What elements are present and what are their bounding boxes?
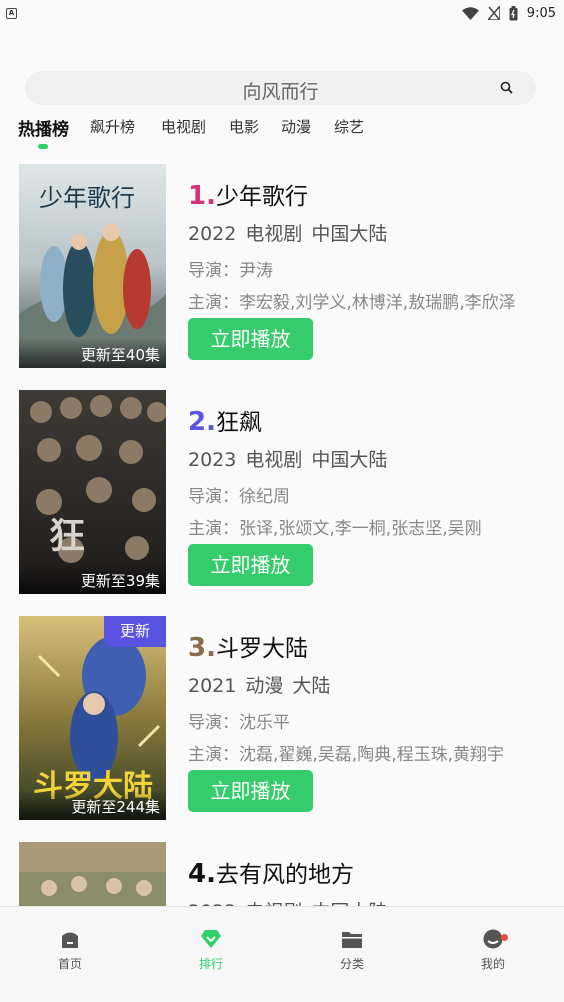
wifi-icon <box>461 6 479 20</box>
play-button[interactable]: 立即播放 <box>188 318 313 360</box>
rank-number: 4. <box>188 859 216 889</box>
nav-label: 排行 <box>198 957 223 971</box>
folder-icon <box>342 932 362 948</box>
search-bar[interactable]: 向风而行 <box>25 71 536 105</box>
category-tabs: 热播榜 飙升榜 电视剧 电影 动漫 综艺 <box>0 116 564 152</box>
item-meta: 2022 电视剧 中国大陆 <box>188 219 396 246</box>
status-left: A <box>6 7 17 19</box>
list-item[interactable]: 少年歌行 更新至40集 1.少年歌行 2022 电视剧 中国大陆 导演：尹涛 主演：… <box>0 164 564 374</box>
nav-label: 我的 <box>480 957 505 971</box>
update-tag: 更新 <box>104 616 166 647</box>
bottom-nav: 首页 排行 分类 我的 <box>0 906 564 1002</box>
region: 中国大陆 <box>311 223 388 245</box>
item-title[interactable]: 2.狂飙 <box>188 403 262 437</box>
tab-variety[interactable]: 综艺 <box>334 116 364 137</box>
item-meta: 2023 电视剧中国大陆 <box>188 445 396 472</box>
play-button[interactable]: 立即播放 <box>188 770 313 812</box>
tab-movie[interactable]: 电影 <box>229 116 259 137</box>
update-status: 更新至39集 <box>19 564 166 594</box>
region: 大陆 <box>292 675 331 697</box>
item-meta: 2021 动漫 大陆 <box>188 671 339 698</box>
item-title[interactable]: 1.少年歌行 <box>188 177 308 211</box>
region: 中国大陆 <box>311 449 388 471</box>
play-button[interactable]: 立即播放 <box>188 544 313 586</box>
title-text: 少年歌行 <box>215 184 308 210</box>
notification-dot <box>501 934 508 941</box>
rank-number: 2. <box>188 407 216 437</box>
nav-label: 首页 <box>57 957 82 971</box>
svg-text:狂: 狂 <box>49 515 85 557</box>
tab-anime[interactable]: 动漫 <box>281 116 311 137</box>
status-bar: A 9:05 <box>0 0 564 26</box>
notification-app-icon: A <box>6 7 17 19</box>
cast: 主演：李宏毅,刘学义,林博洋,敖瑞鹏,李欣泽 <box>188 293 516 313</box>
home-icon <box>62 932 78 948</box>
tab-tv-series[interactable]: 电视剧 <box>161 116 206 137</box>
battery-icon <box>509 5 518 20</box>
director: 导演：沈乐平 <box>188 713 290 733</box>
type: 电视剧 <box>245 223 303 245</box>
title-text: 斗罗大陆 <box>215 636 308 662</box>
status-right: 9:05 <box>461 5 556 21</box>
nav-category[interactable]: 分类 <box>312 929 392 972</box>
year: 2021 <box>188 675 237 697</box>
rank-number: 3. <box>188 633 216 663</box>
poster-image[interactable]: 少年歌行 更新至40集 <box>19 164 166 368</box>
year: 2022 <box>188 223 237 245</box>
tab-indicator <box>38 144 48 149</box>
tab-hot[interactable]: 热播榜 <box>18 115 69 140</box>
tab-rising[interactable]: 飙升榜 <box>90 116 135 137</box>
clock: 9:05 <box>526 5 556 21</box>
cast: 主演：张译,张颂文,李一桐,张志坚,吴刚 <box>188 519 482 539</box>
search-placeholder: 向风而行 <box>242 81 319 103</box>
poster-image[interactable]: 斗罗大陆 更新 更新至244集 <box>19 616 166 820</box>
nav-ranking[interactable]: 排行 <box>171 929 251 972</box>
nav-home[interactable]: 首页 <box>30 929 110 972</box>
type: 电视剧 <box>245 449 303 471</box>
rank-number: 1. <box>188 181 216 211</box>
profile-icon <box>483 929 503 949</box>
year: 2023 <box>188 449 237 471</box>
no-signal-icon <box>487 6 500 20</box>
cast: 主演：沈磊,翟巍,吴磊,陶典,程玉珠,黄翔宇 <box>188 745 505 765</box>
nav-label: 分类 <box>339 957 364 971</box>
list-item[interactable]: 斗罗大陆 更新 更新至244集 3.斗罗大陆 2021 动漫 大陆 导演：沈乐平 主… <box>0 616 564 826</box>
update-status: 更新至244集 <box>19 790 166 820</box>
poster-image[interactable]: 狂 更新至39集 <box>19 390 166 594</box>
type: 动漫 <box>245 675 284 697</box>
director: 导演：尹涛 <box>188 261 273 281</box>
title-text: 狂飙 <box>215 410 262 436</box>
ranking-icon <box>201 930 221 948</box>
item-title[interactable]: 3.斗罗大陆 <box>188 629 308 663</box>
item-title[interactable]: 4.去有风的地方 <box>188 855 354 889</box>
title-text: 去有风的地方 <box>215 862 354 888</box>
search-icon[interactable] <box>500 81 514 95</box>
nav-profile[interactable]: 我的 <box>453 929 533 972</box>
svg-text:少年歌行: 少年歌行 <box>39 184 135 212</box>
update-status: 更新至40集 <box>19 338 166 368</box>
director: 导演：徐纪周 <box>188 487 290 507</box>
list-item[interactable]: 狂 更新至39集 2.狂飙 2023 电视剧 中国大陆 导演：徐纪周 主演：张译,张… <box>0 390 564 600</box>
